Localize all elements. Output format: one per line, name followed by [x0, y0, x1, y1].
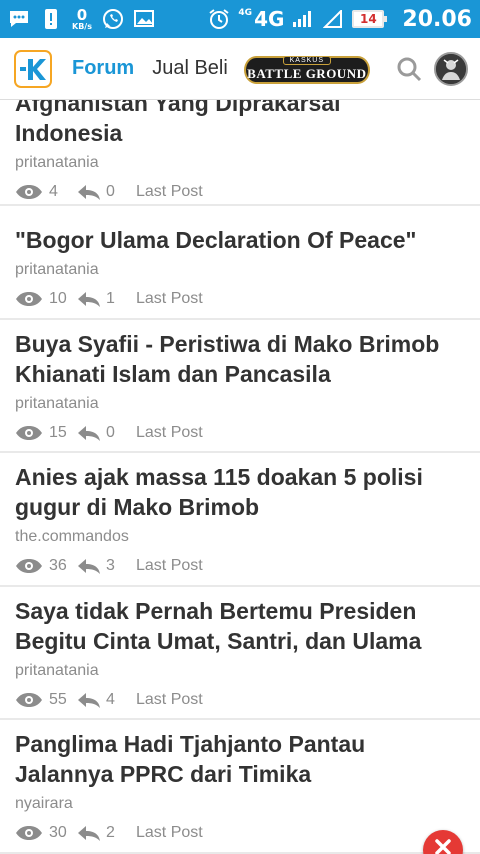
- thread-author[interactable]: pritanatania: [15, 394, 465, 414]
- thread-author[interactable]: the.commandos: [15, 527, 465, 547]
- search-icon[interactable]: [394, 54, 424, 84]
- network-speed: 0 KB/s: [72, 5, 92, 31]
- thread-title-line: Jalannya PPRC dari Timika: [15, 761, 312, 787]
- network-small-label: 4G: [238, 8, 253, 18]
- thread-title-line: Panglima Hadi Tjahjanto Pantau: [15, 731, 366, 757]
- reply-icon: [78, 292, 100, 307]
- signal-icon: [292, 8, 314, 30]
- thread-meta: 30 2 Last Post: [15, 823, 465, 843]
- thread-meta: 4 0 Last Post: [15, 182, 465, 202]
- thread-title-line: Indonesia: [15, 120, 123, 146]
- chat-icon: [8, 8, 30, 30]
- reply-count: 0: [106, 183, 115, 200]
- thread-meta: 36 3 Last Post: [15, 556, 465, 576]
- last-post-link[interactable]: Last Post: [136, 290, 203, 308]
- thread-title[interactable]: Buya Syafii - Peristiwa di Mako Brimob K…: [15, 329, 465, 389]
- gallery-icon: [133, 8, 156, 30]
- reply-icon: [78, 559, 100, 574]
- battleground-top-text: KASKUS: [282, 55, 332, 65]
- clock: 20.06: [402, 6, 472, 32]
- thread-author[interactable]: pritanatania: [15, 661, 465, 681]
- tab-forum[interactable]: Forum: [72, 57, 134, 80]
- view-count: 55: [49, 691, 67, 708]
- reply-count: 1: [106, 290, 115, 307]
- thread-author[interactable]: pritanatania: [15, 260, 465, 280]
- thread-title-line: Buya Syafii - Peristiwa di Mako Brimob: [15, 331, 440, 357]
- close-icon: [435, 839, 451, 854]
- thread-item[interactable]: Panglima Hadi Tjahjanto Pantau Jalannya …: [0, 720, 480, 854]
- last-post-link[interactable]: Last Post: [136, 557, 203, 575]
- reply-count: 0: [106, 424, 115, 441]
- thread-item[interactable]: Buya Syafii - Peristiwa di Mako Brimob K…: [0, 320, 480, 453]
- reply-count: 4: [106, 691, 115, 708]
- battleground-banner[interactable]: KASKUS BATTLE GROUND: [243, 50, 370, 88]
- thread-title-line: Saya tidak Pernah Bertemu Presiden: [15, 598, 417, 624]
- view-count: 36: [49, 557, 67, 574]
- eye-icon: [16, 185, 42, 199]
- alarm-icon: [208, 8, 230, 30]
- eye-icon: [16, 426, 42, 440]
- thread-title-line: Begitu Cinta Umat, Santri, dan Ulama: [15, 628, 422, 654]
- thread-item[interactable]: Saya tidak Pernah Bertemu Presiden Begit…: [0, 587, 480, 720]
- thread-author[interactable]: pritanatania: [15, 153, 465, 173]
- kaskus-logo-icon[interactable]: [14, 49, 52, 88]
- thread-title[interactable]: "Bogor Ulama Declaration Of Peace": [15, 225, 465, 255]
- battery-level: 14: [360, 12, 377, 26]
- reply-count: 2: [106, 824, 115, 841]
- thread-title-line: Afghanistan Yang Diprakarsai: [15, 100, 341, 116]
- last-post-link[interactable]: Last Post: [136, 691, 203, 709]
- last-post-link[interactable]: Last Post: [136, 424, 203, 442]
- reply-icon: [78, 185, 100, 200]
- reply-icon: [78, 826, 100, 841]
- last-post-link[interactable]: Last Post: [136, 183, 203, 201]
- battery-indicator: 14: [352, 10, 388, 28]
- thread-meta: 15 0 Last Post: [15, 423, 465, 443]
- last-post-link[interactable]: Last Post: [136, 824, 203, 842]
- network-type: 4G 4G: [238, 7, 284, 31]
- eye-icon: [16, 292, 42, 306]
- user-avatar[interactable]: [434, 51, 468, 86]
- thread-item[interactable]: Anies ajak massa 115 doakan 5 polisi gug…: [0, 453, 480, 587]
- eye-icon: [16, 693, 42, 707]
- view-count: 30: [49, 824, 67, 841]
- thread-title[interactable]: Afghanistan Yang Diprakarsai Indonesia: [15, 100, 465, 148]
- thread-title-line: Khianati Islam dan Pancasila: [15, 361, 331, 387]
- reply-icon: [78, 693, 100, 708]
- signal-2-icon: [322, 8, 344, 30]
- thread-meta: 55 4 Last Post: [15, 690, 465, 710]
- reply-icon: [78, 426, 100, 441]
- battleground-main-text: BATTLE GROUND: [247, 65, 367, 81]
- whatsapp-icon: [102, 8, 124, 30]
- network-big-label: 4G: [254, 7, 285, 31]
- eye-icon: [16, 559, 42, 573]
- view-count: 15: [49, 424, 67, 441]
- thread-title-line: "Bogor Ulama Declaration Of Peace": [15, 227, 417, 253]
- thread-list: Afghanistan Yang Diprakarsai Indonesia p…: [0, 100, 480, 854]
- thread-item[interactable]: Afghanistan Yang Diprakarsai Indonesia p…: [0, 100, 480, 206]
- app-header: Forum Jual Beli KASKUS BATTLE GROUND: [0, 38, 480, 100]
- view-count: 10: [49, 290, 67, 307]
- thread-meta: 10 1 Last Post: [15, 289, 465, 309]
- view-count: 4: [49, 183, 58, 200]
- thread-author[interactable]: nyairara: [15, 794, 465, 814]
- thread-title[interactable]: Panglima Hadi Tjahjanto Pantau Jalannya …: [15, 729, 465, 789]
- alert-icon: [40, 8, 62, 30]
- reply-count: 3: [106, 557, 115, 574]
- eye-icon: [16, 826, 42, 840]
- thread-title[interactable]: Anies ajak massa 115 doakan 5 polisi gug…: [15, 462, 465, 522]
- speed-unit: KB/s: [72, 21, 92, 31]
- thread-title-line: gugur di Mako Brimob: [15, 494, 260, 520]
- thread-title[interactable]: Saya tidak Pernah Bertemu Presiden Begit…: [15, 596, 465, 656]
- thread-title-line: Anies ajak massa 115 doakan 5 polisi: [15, 464, 423, 490]
- speed-value: 0: [76, 5, 88, 24]
- thread-item[interactable]: "Bogor Ulama Declaration Of Peace" prita…: [0, 216, 480, 320]
- tab-jual-beli[interactable]: Jual Beli: [152, 57, 228, 80]
- status-bar: 0 KB/s 4G 4G 14 20.06: [0, 0, 480, 38]
